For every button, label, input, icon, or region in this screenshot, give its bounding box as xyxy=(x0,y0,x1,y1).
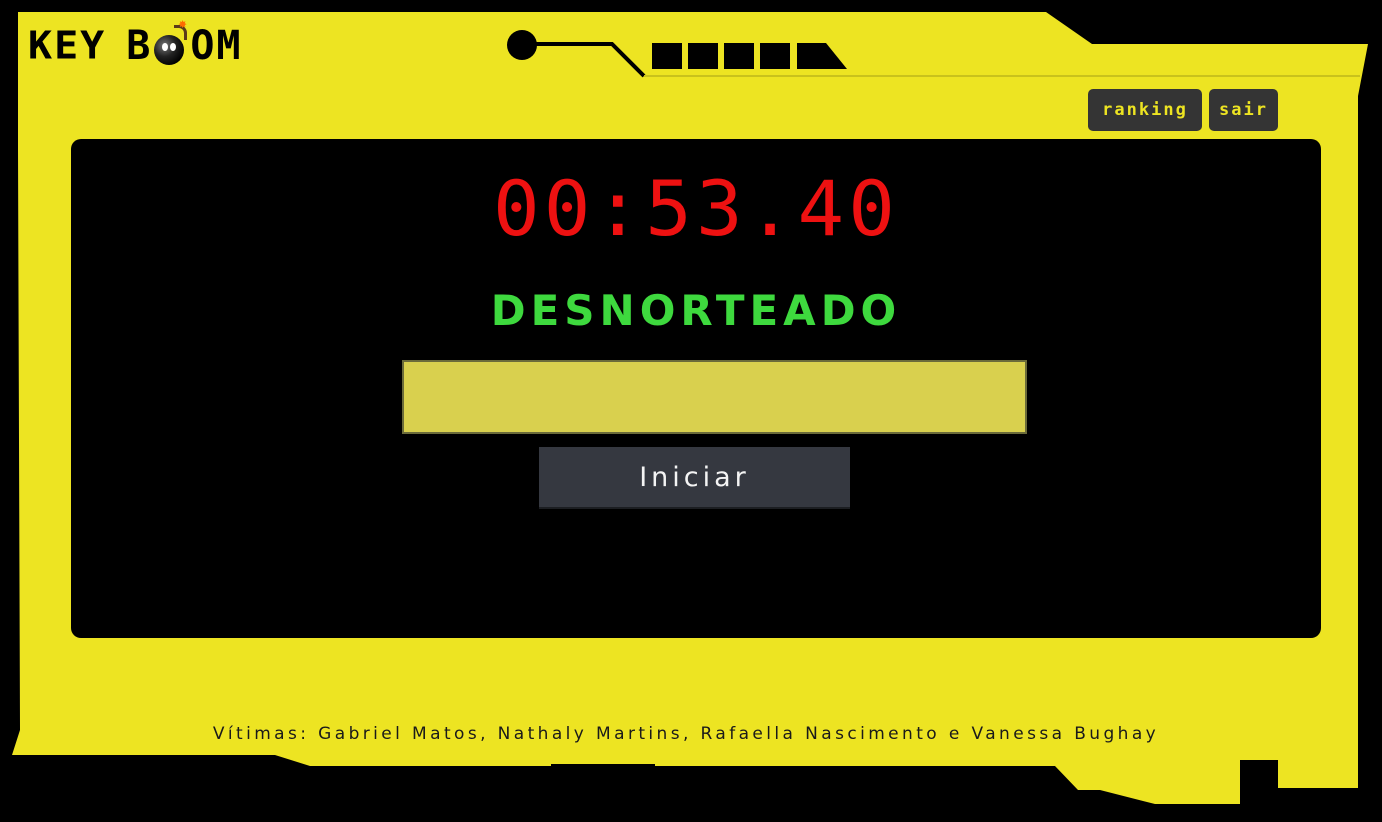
ranking-button[interactable]: ranking xyxy=(1088,89,1202,131)
answer-input[interactable] xyxy=(402,360,1027,434)
credits-text: Vítimas: Gabriel Matos, Nathaly Martins,… xyxy=(212,724,1160,744)
game-panel: 00:53.40 DESNORTEADO Iniciar xyxy=(71,139,1321,638)
logo-word-key: KEY xyxy=(28,24,107,68)
logo-letters-om: OM xyxy=(190,23,243,69)
start-button[interactable]: Iniciar xyxy=(539,447,850,509)
countdown-timer: 00:53.40 xyxy=(492,164,899,253)
logo-word-boom: B ✸ OM xyxy=(126,17,243,69)
status-label: DESNORTEADO xyxy=(490,286,902,335)
logo-letter-b: B xyxy=(126,23,153,69)
sair-button[interactable]: sair xyxy=(1209,89,1278,131)
key-boom-logo: KEY B ✸ OM xyxy=(28,17,243,69)
app-screen: KEY B ✸ OM ranking sair 00:53.40 DESNORT… xyxy=(0,0,1382,822)
bottom-trim xyxy=(298,764,655,792)
bomb-icon: ✸ xyxy=(154,17,188,65)
